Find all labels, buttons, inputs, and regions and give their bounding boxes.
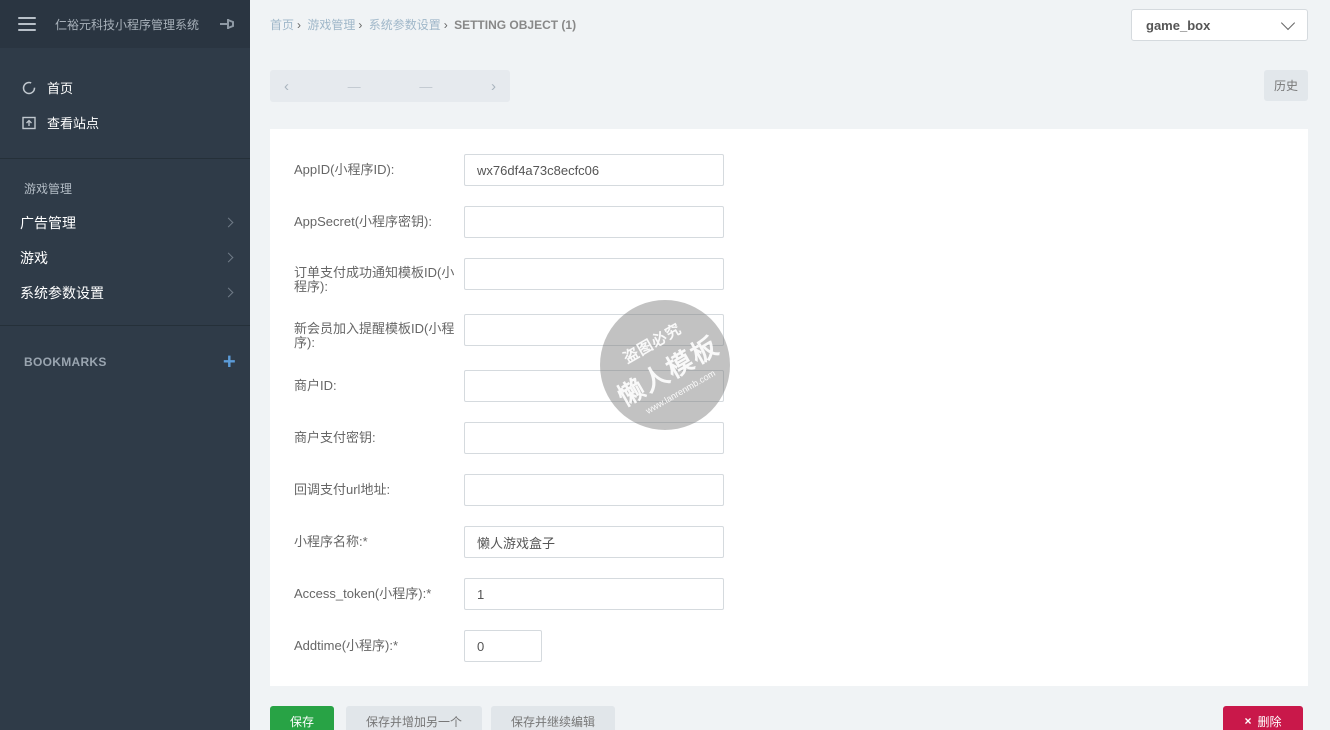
sidebar-link-view-site[interactable]: 查看站点 [0, 105, 250, 140]
next-icon[interactable]: › [491, 78, 496, 95]
order-template-input[interactable] [464, 258, 724, 290]
save-and-add-button[interactable]: 保存并增加另一个 [346, 706, 482, 730]
breadcrumb-home[interactable]: 首页 [270, 18, 294, 32]
pager-placeholder: — [347, 78, 361, 94]
field-label-merchant-key: 商户支付密钥: [294, 430, 376, 445]
sidebar-app-section: 游戏管理 广告管理 游戏 系统参数设置 [0, 159, 250, 326]
chevron-down-icon [1280, 15, 1296, 30]
chevron-right-icon [223, 287, 234, 298]
sidebar-item-label: 系统参数设置 [20, 284, 104, 301]
field-label-appsecret: AppSecret(小程序密钥): [294, 214, 432, 229]
object-pager: ‹ — — › [270, 70, 510, 102]
site-select[interactable]: game_box [1131, 9, 1308, 41]
sidebar-item-label: 游戏 [20, 249, 48, 266]
sidebar-link-label: 查看站点 [47, 116, 100, 131]
site-icon [22, 116, 36, 130]
app-title: 仁裕元科技小程序管理系统 [55, 17, 200, 32]
field-label-member-template: 新会员加入提醒模板ID(小程序): [294, 321, 455, 350]
bookmarks-label: BOOKMARKS [24, 355, 107, 369]
sidebar-section-caption[interactable]: 游戏管理 [0, 179, 250, 199]
sidebar: 仁裕元科技小程序管理系统 首页 查看站点 游戏管理 广告管理 游戏 系统参数设置… [0, 0, 250, 730]
field-label-callback-url: 回调支付url地址: [294, 482, 391, 497]
sidebar-top-links: 首页 查看站点 [0, 48, 250, 159]
field-label-app-name: 小程序名称:* [294, 534, 368, 549]
prev-icon[interactable]: ‹ [284, 78, 289, 95]
history-button[interactable]: 历史 [1264, 70, 1308, 101]
bookmarks-header: BOOKMARKS + [0, 326, 250, 378]
pager-placeholder: — [419, 78, 433, 94]
pin-icon[interactable] [218, 16, 236, 32]
breadcrumb-current: SETTING OBJECT (1) [454, 18, 577, 32]
field-label-order-template: 订单支付成功通知模板ID(小程序): [294, 265, 455, 294]
addtime-input[interactable] [464, 630, 542, 662]
sidebar-item-games[interactable]: 游戏 [0, 240, 250, 275]
field-label-addtime: Addtime(小程序):* [294, 638, 399, 653]
field-label-appid: AppID(小程序ID): [294, 162, 395, 177]
sidebar-item-label: 广告管理 [20, 214, 76, 231]
delete-button[interactable]: × 删除 [1223, 706, 1303, 730]
breadcrumb: 首页 › 游戏管理 › 系统参数设置 › SETTING OBJECT (1) [270, 18, 577, 32]
field-label-merchant-id: 商户ID: [294, 378, 337, 393]
app-name-input[interactable] [464, 526, 724, 558]
callback-url-input[interactable] [464, 474, 724, 506]
chevron-right-icon [223, 252, 234, 263]
chevron-right-icon [223, 217, 234, 228]
sidebar-link-label: 首页 [47, 81, 74, 96]
site-select-value: game_box [1146, 17, 1211, 33]
close-icon: × [1244, 714, 1252, 728]
add-bookmark-icon[interactable]: + [223, 351, 236, 373]
sidebar-link-home[interactable]: 首页 [0, 70, 250, 105]
circle-icon [22, 81, 36, 95]
save-and-continue-button[interactable]: 保存并继续编辑 [491, 706, 615, 730]
appid-input[interactable] [464, 154, 724, 186]
menu-toggle-icon[interactable] [18, 17, 36, 31]
delete-label: 删除 [1257, 714, 1282, 729]
sidebar-item-settings[interactable]: 系统参数设置 [0, 275, 250, 310]
appsecret-input[interactable] [464, 206, 724, 238]
watermark-seal: 盗图必究 懒人模板 www.lanrenmb.com [600, 300, 730, 430]
breadcrumb-game-management[interactable]: 游戏管理 [307, 18, 355, 32]
main-content: 首页 › 游戏管理 › 系统参数设置 › SETTING OBJECT (1) gam… [250, 0, 1330, 730]
access-token-input[interactable] [464, 578, 724, 610]
field-label-access-token: Access_token(小程序):* [294, 586, 432, 601]
sidebar-item-ads[interactable]: 广告管理 [0, 205, 250, 240]
save-button[interactable]: 保存 [270, 706, 334, 730]
breadcrumb-settings[interactable]: 系统参数设置 [369, 18, 441, 32]
settings-form: AppID(小程序ID): AppSecret(小程序密钥): 订单支付成功通知… [270, 129, 1308, 686]
sidebar-header: 仁裕元科技小程序管理系统 [0, 0, 250, 48]
